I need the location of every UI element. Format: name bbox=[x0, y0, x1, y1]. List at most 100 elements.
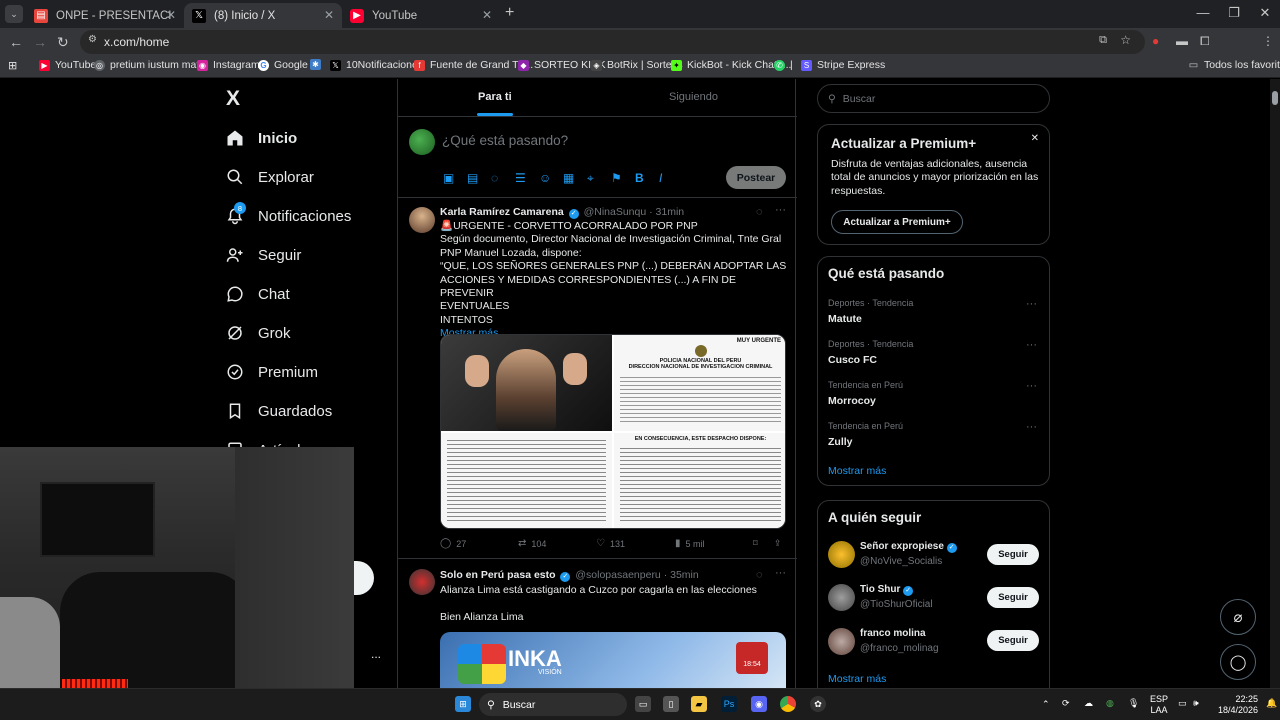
x-logo[interactable]: X bbox=[226, 87, 240, 111]
tweet-media[interactable]: MUY URGENTE POLICIA NACIONAL DEL PERU DI… bbox=[440, 334, 786, 529]
follow-handle[interactable]: @NoVive_Socialis bbox=[860, 556, 942, 567]
sidebar-item-premium[interactable]: Premium bbox=[226, 363, 318, 381]
scrollbar-thumb[interactable] bbox=[1272, 91, 1278, 105]
follow-name[interactable]: franco molina bbox=[860, 628, 926, 639]
star-icon[interactable]: ☆ bbox=[1120, 33, 1131, 47]
composer-input[interactable]: ¿Qué está pasando? bbox=[442, 133, 568, 148]
grok-icon[interactable]: ◌ bbox=[491, 171, 498, 185]
bookmark-pinwheel[interactable]: ✱ bbox=[310, 59, 326, 70]
trend-item[interactable]: Tendencia en Perú Zully bbox=[828, 421, 903, 448]
more-icon[interactable]: ··· bbox=[775, 567, 786, 579]
tray-onedrive-icon[interactable]: ☁ bbox=[1084, 698, 1093, 709]
sidebar-item-guardados[interactable]: Guardados bbox=[226, 402, 332, 420]
tweet-time[interactable]: · 31min bbox=[649, 206, 684, 218]
bookmark-google[interactable]: G Google bbox=[258, 59, 308, 71]
grok-icon[interactable]: ◌ bbox=[756, 206, 763, 218]
discord-icon[interactable]: ◉ bbox=[751, 696, 767, 712]
follow-name[interactable]: Tio Shur ✓ bbox=[860, 584, 914, 596]
tray-app-icon[interactable]: ⟳ bbox=[1062, 698, 1070, 709]
tweet-avatar[interactable] bbox=[409, 207, 435, 233]
italic-icon[interactable]: I bbox=[659, 171, 662, 185]
follow-handle[interactable]: @TioShurOficial bbox=[860, 599, 933, 610]
file-explorer-icon[interactable]: ▰ bbox=[691, 696, 707, 712]
sidebar-item-inicio[interactable]: Inicio bbox=[226, 129, 297, 147]
sidebar-item-seguir[interactable]: Seguir bbox=[226, 246, 301, 264]
location-icon[interactable]: ⌖ bbox=[587, 171, 594, 186]
media-document-3[interactable]: EN CONSECUENCIA, ESTE DESPACHO DISPONE: bbox=[614, 433, 785, 528]
flag-icon[interactable]: ⚑ bbox=[611, 171, 622, 185]
browser-tab-x[interactable]: 𝕏 (8) Inicio / X ✕ bbox=[184, 3, 342, 28]
taskbar-search[interactable]: ⚲ Buscar bbox=[479, 693, 627, 716]
tweet-author-name[interactable]: Karla Ramírez Camarena bbox=[440, 206, 564, 218]
grok-fab[interactable]: ⌀ bbox=[1220, 599, 1256, 635]
sidebar-item-chat[interactable]: Chat bbox=[226, 285, 290, 303]
schedule-icon[interactable]: ▦ bbox=[563, 171, 574, 185]
trend-item[interactable]: Deportes · Tendencia Matute bbox=[828, 298, 913, 325]
like-button[interactable]: ♡ 131 bbox=[596, 538, 625, 549]
site-info-icon[interactable]: ⚙ bbox=[88, 34, 97, 45]
notification-bell-icon[interactable]: 🔔 bbox=[1266, 698, 1277, 709]
media-document-1[interactable]: MUY URGENTE POLICIA NACIONAL DEL PERU DI… bbox=[614, 335, 785, 431]
task-view-icon[interactable]: ▭ bbox=[635, 696, 651, 712]
trend-item[interactable]: Tendencia en Perú Morrocoy bbox=[828, 380, 903, 407]
follow-name[interactable]: Señor expropiese ✓ bbox=[860, 541, 957, 553]
reload-icon[interactable]: ↻ bbox=[57, 34, 69, 51]
start-icon[interactable]: ⊞ bbox=[455, 696, 471, 712]
trend-item[interactable]: Deportes · Tendencia Cusco FC bbox=[828, 339, 913, 366]
avatar[interactable] bbox=[828, 584, 855, 611]
emoji-icon[interactable]: ☺ bbox=[539, 171, 551, 185]
bookmark-pretium[interactable]: ◎ pretium iustum mat... bbox=[94, 59, 208, 71]
close-tab-icon[interactable]: ✕ bbox=[324, 8, 334, 22]
gif-icon[interactable]: ▤ bbox=[467, 171, 478, 185]
tray-app2-icon[interactable]: ◍ bbox=[1106, 698, 1114, 709]
chrome-icon[interactable] bbox=[780, 696, 796, 712]
tweet-author-name[interactable]: Solo en Perú pasa esto bbox=[440, 569, 556, 581]
sidebar-item-explorar[interactable]: Explorar bbox=[226, 168, 314, 186]
microphone-icon[interactable]: 🎙 bbox=[1128, 698, 1139, 709]
avatar[interactable] bbox=[828, 541, 855, 568]
follow-handle[interactable]: @franco_molinag bbox=[860, 643, 939, 654]
reply-button[interactable]: ◯ 27 bbox=[440, 538, 466, 549]
maximize-icon[interactable]: ❐ bbox=[1219, 5, 1249, 21]
share-button[interactable]: ⇪ bbox=[774, 538, 782, 549]
media-document-2[interactable] bbox=[441, 433, 612, 528]
bookmark-youtube[interactable]: ▶ YouTube bbox=[39, 59, 96, 71]
poll-icon[interactable]: ☰ bbox=[515, 171, 526, 185]
sidebar-item-grok[interactable]: Grok bbox=[226, 324, 291, 342]
close-icon[interactable]: ✕ bbox=[1031, 133, 1039, 144]
sidebar-item-notificaciones[interactable]: 8 Notificaciones bbox=[226, 202, 351, 225]
apps-grid-icon[interactable]: ⊞ bbox=[8, 59, 17, 72]
bookmark-10notificaciones[interactable]: 𝕏 10Notificaciones bbox=[330, 59, 423, 71]
tweet-author-handle[interactable]: @NinaSunqu bbox=[584, 206, 647, 218]
back-icon[interactable]: ← bbox=[9, 34, 23, 50]
photoshop-icon[interactable]: Ps bbox=[721, 696, 737, 712]
tweet-author-handle[interactable]: @solopasaenperu bbox=[575, 569, 660, 581]
tab-search-button[interactable]: ⌄ bbox=[5, 5, 23, 23]
trend-more-icon[interactable]: ··· bbox=[1026, 380, 1037, 392]
grok-icon[interactable]: ◌ bbox=[756, 569, 763, 581]
minimize-icon[interactable]: — bbox=[1188, 5, 1218, 20]
views-button[interactable]: ▮ 5 mil bbox=[675, 538, 705, 549]
media-photo[interactable] bbox=[441, 335, 612, 431]
terminal-icon[interactable]: ▯ bbox=[663, 696, 679, 712]
trend-more-icon[interactable]: ··· bbox=[1026, 339, 1037, 351]
close-tab-icon[interactable]: ✕ bbox=[482, 8, 492, 22]
network-icon[interactable]: ▭ bbox=[1178, 698, 1187, 709]
chatgpt-icon[interactable]: ✿ bbox=[810, 696, 826, 712]
tray-chevron-icon[interactable]: ⌃ bbox=[1042, 699, 1050, 710]
tab-para-ti[interactable]: Para ti bbox=[477, 91, 513, 116]
bookmark-botrix[interactable]: ◈ BotRix | Sorteos bbox=[591, 59, 683, 71]
volume-icon[interactable]: 🕪 bbox=[1193, 698, 1199, 709]
bookmark-instagram[interactable]: ◉ Instagram bbox=[197, 59, 260, 71]
bookmark-fuente[interactable]: f Fuente de Grand Th... bbox=[414, 59, 533, 71]
forward-icon[interactable]: → bbox=[33, 34, 47, 50]
menu-kebab-icon[interactable]: ⋮ bbox=[1262, 34, 1274, 48]
trend-more-icon[interactable]: ··· bbox=[1026, 298, 1037, 310]
avatar[interactable] bbox=[828, 628, 855, 655]
extension-card-icon[interactable]: ▬ bbox=[1176, 34, 1188, 48]
tweet-avatar[interactable] bbox=[409, 569, 435, 595]
tab-siguiendo[interactable]: Siguiendo bbox=[669, 91, 718, 103]
all-bookmarks[interactable]: ▭Todos los favoritos bbox=[1188, 59, 1280, 71]
upgrade-premium-button[interactable]: Actualizar a Premium+ bbox=[831, 210, 963, 234]
language-indicator[interactable]: ESP LAA bbox=[1150, 694, 1168, 716]
